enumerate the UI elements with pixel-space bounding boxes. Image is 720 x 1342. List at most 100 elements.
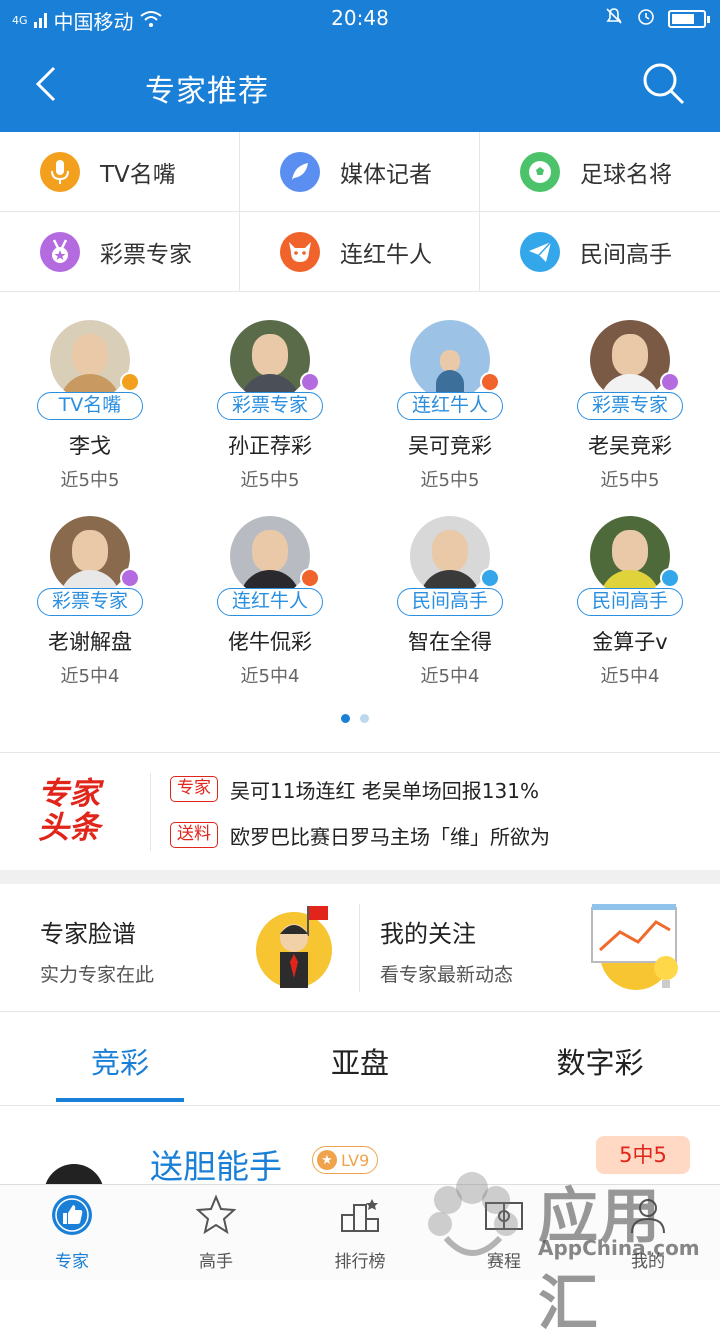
avatar xyxy=(50,320,130,400)
active-tab-indicator xyxy=(56,1098,184,1102)
tab-jingcai[interactable]: 竞彩 xyxy=(0,1040,240,1082)
expert-name: 孙正荐彩 xyxy=(228,434,312,458)
category-grid: TV名嘴 媒体记者 足球名将 彩票专家 连红牛人 民间高手 xyxy=(0,132,720,292)
nav-label: 排行榜 xyxy=(334,1252,386,1272)
user-icon xyxy=(626,1193,670,1237)
category-folk[interactable]: 民间高手 xyxy=(480,212,720,292)
expert-card[interactable]: 连红牛人 佬牛侃彩 近5中4 xyxy=(180,488,360,687)
bottom-nav: 专家 高手 排行榜 赛程 我的 xyxy=(0,1184,720,1280)
tab-shuzicai[interactable]: 数字彩 xyxy=(480,1040,720,1082)
nav-schedule[interactable]: 赛程 xyxy=(432,1185,576,1281)
category-label: 连红牛人 xyxy=(340,241,432,268)
back-button[interactable] xyxy=(22,60,70,108)
medal-badge-icon xyxy=(300,372,320,392)
nav-masters[interactable]: 高手 xyxy=(144,1185,288,1281)
logo-line2: 头条 xyxy=(38,810,100,846)
category-label: 媒体记者 xyxy=(340,161,432,188)
star-icon: ★ xyxy=(317,1150,337,1170)
pitch-icon xyxy=(482,1193,526,1237)
expert-card[interactable]: 彩票专家 老吴竞彩 近5中5 xyxy=(540,292,720,491)
expert-name: 吴可竞彩 xyxy=(408,434,492,458)
page-dot-active xyxy=(341,714,350,723)
expert-name: 老谢解盘 xyxy=(48,630,132,654)
category-tv[interactable]: TV名嘴 xyxy=(0,132,240,212)
chart-board-icon xyxy=(586,902,686,994)
category-label: 足球名将 xyxy=(580,161,672,188)
expert-card[interactable]: 彩票专家 老谢解盘 近5中4 xyxy=(0,488,180,687)
nav-label: 我的 xyxy=(631,1252,665,1272)
bull-badge-icon xyxy=(480,372,500,392)
status-bar: 4G 中国移动 20:48 xyxy=(0,0,720,36)
promo-title: 我的关注 xyxy=(380,920,476,948)
level-badge: ★ LV9 xyxy=(312,1146,379,1174)
page-indicator xyxy=(341,714,369,723)
expert-card[interactable]: 连红牛人 吴可竞彩 近5中5 xyxy=(360,292,540,491)
category-lottery[interactable]: 彩票专家 xyxy=(0,212,240,292)
search-icon xyxy=(643,63,685,105)
expert-tag: 民间高手 xyxy=(577,588,683,616)
promo-my-follow[interactable]: 我的关注 看专家最新动态 xyxy=(360,884,720,1012)
medal-icon xyxy=(40,231,80,272)
expert-name: 送胆能手 xyxy=(150,1147,282,1186)
expert-card[interactable]: TV名嘴 李戈 近5中5 xyxy=(0,292,180,491)
thumbs-up-icon xyxy=(50,1193,94,1237)
section-separator xyxy=(0,870,720,884)
headline-text: 吴可11场连红 老吴单场回报131% xyxy=(230,778,539,803)
expert-name: 李戈 xyxy=(69,434,111,458)
mute-bell-icon xyxy=(604,6,624,31)
category-football[interactable]: 足球名将 xyxy=(480,132,720,212)
expert-figure-icon xyxy=(252,902,338,992)
expert-tag: 民间高手 xyxy=(397,588,503,616)
tab-yapan[interactable]: 亚盘 xyxy=(240,1040,480,1082)
podium-icon xyxy=(338,1193,382,1237)
category-streak[interactable]: 连红牛人 xyxy=(240,212,480,292)
nav-mine[interactable]: 我的 xyxy=(576,1185,720,1281)
feather-icon xyxy=(280,151,320,192)
list-item[interactable]: 送胆能手 ★ LV9 5中5 xyxy=(0,1106,720,1186)
expert-tag: TV名嘴 xyxy=(37,392,143,420)
level-text: LV9 xyxy=(341,1150,370,1170)
nav-label: 赛程 xyxy=(487,1252,521,1272)
battery-icon xyxy=(668,9,710,28)
category-media[interactable]: 媒体记者 xyxy=(240,132,480,212)
expert-card[interactable]: 民间高手 智在全得 近5中4 xyxy=(360,488,540,687)
headline-item[interactable]: 送料 欧罗巴比赛日罗马主场「维」所欲为 xyxy=(170,821,550,849)
expert-tag: 彩票专家 xyxy=(217,392,323,420)
hit-rate-badge: 5中5 xyxy=(596,1136,690,1174)
bull-icon xyxy=(280,231,320,272)
expert-tag: 彩票专家 xyxy=(37,588,143,616)
app-header: 专家推荐 xyxy=(0,36,720,132)
plane-badge-icon xyxy=(480,568,500,588)
expert-name: 佬牛侃彩 xyxy=(228,630,312,654)
lottery-tabs: 竞彩 亚盘 数字彩 xyxy=(0,1012,720,1106)
expert-card[interactable]: 彩票专家 孙正荐彩 近5中5 xyxy=(180,292,360,491)
promo-expert-faces[interactable]: 专家脸谱 实力专家在此 xyxy=(0,884,360,1012)
bull-badge-icon xyxy=(300,568,320,588)
promo-title: 专家脸谱 xyxy=(40,920,136,948)
search-button[interactable] xyxy=(640,60,688,108)
avatar xyxy=(44,1164,104,1186)
promo-row: 专家脸谱 实力专家在此 我的关注 看专家最新动态 xyxy=(0,884,720,1012)
expert-name: 老吴竞彩 xyxy=(588,434,672,458)
expert-record: 近5中4 xyxy=(60,666,120,687)
nav-ranking[interactable]: 排行榜 xyxy=(288,1185,432,1281)
expert-card[interactable]: 民间高手 金算子v 近5中4 xyxy=(540,488,720,687)
expert-name: 金算子v xyxy=(592,630,668,654)
expert-tag: 连红牛人 xyxy=(217,588,323,616)
expert-tag: 连红牛人 xyxy=(397,392,503,420)
soccer-ball-icon xyxy=(520,151,560,192)
category-label: TV名嘴 xyxy=(100,161,176,188)
promo-subtitle: 实力专家在此 xyxy=(40,964,155,986)
category-label: 民间高手 xyxy=(580,241,672,268)
medal-badge-icon xyxy=(660,372,680,392)
medal-badge-icon xyxy=(120,568,140,588)
headline-item[interactable]: 专家 吴可11场连红 老吴单场回报131% xyxy=(170,775,539,803)
headline-badge: 专家 xyxy=(170,776,218,802)
expert-record: 近5中4 xyxy=(420,666,480,687)
avatar xyxy=(410,320,490,400)
nav-experts[interactable]: 专家 xyxy=(0,1185,144,1281)
avatar xyxy=(410,516,490,596)
back-arrow-icon xyxy=(35,66,56,102)
paper-plane-icon xyxy=(520,231,560,272)
headline-badge: 送料 xyxy=(170,822,218,848)
